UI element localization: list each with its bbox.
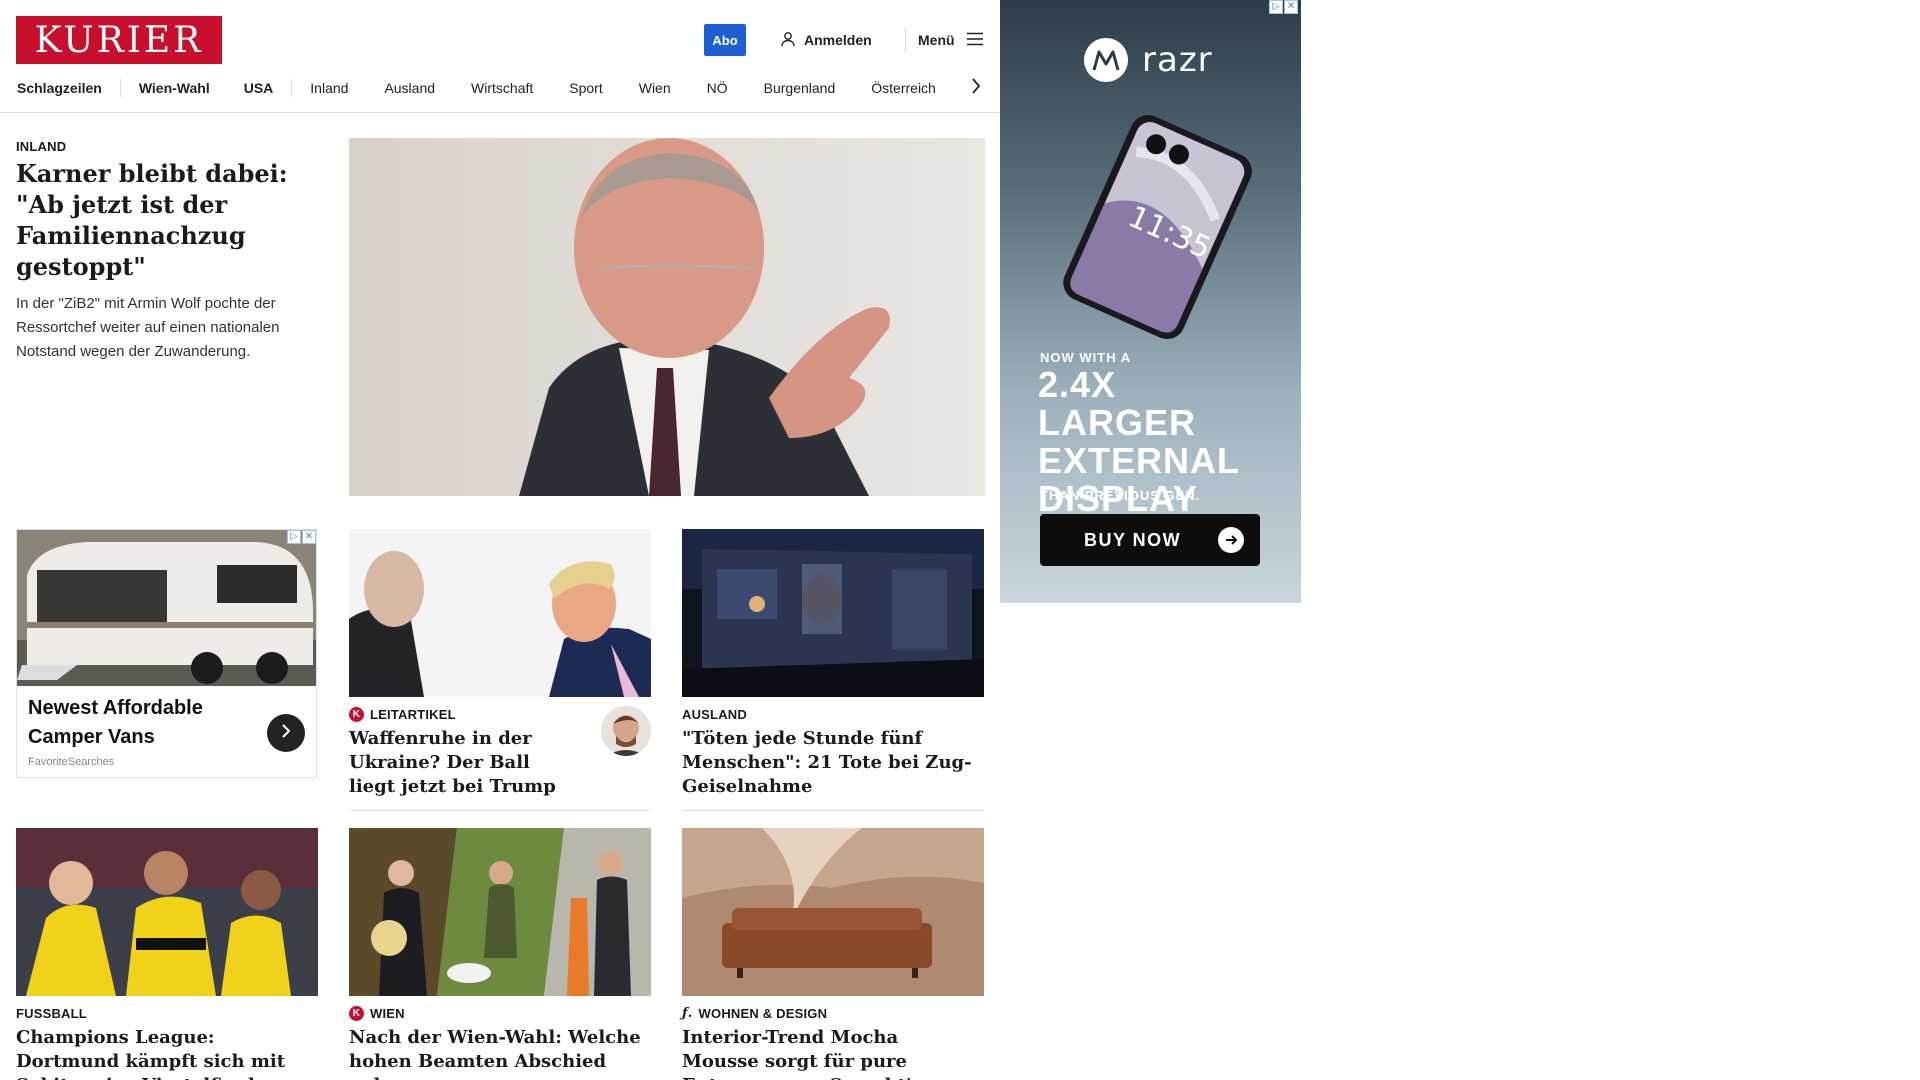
menu-button[interactable]: Menü bbox=[918, 24, 983, 56]
camper-van-ad-image[interactable] bbox=[17, 530, 316, 686]
card-headline[interactable]: "Töten jede Stunde fünf Menschen": 21 To… bbox=[682, 727, 972, 799]
ad-line-1: NOW WITH A bbox=[1040, 350, 1132, 365]
buy-now-label: BUY NOW bbox=[1084, 529, 1182, 550]
ad-next-button[interactable] bbox=[267, 714, 305, 752]
train-hostage-image[interactable] bbox=[682, 529, 984, 697]
nav-item-wien[interactable]: Wien bbox=[621, 80, 689, 96]
hamburger-icon bbox=[966, 32, 983, 49]
lead-teaser: In der "ZiB2" mit Armin Wolf pochte der … bbox=[16, 295, 280, 360]
wien-officials-collage-image[interactable] bbox=[349, 828, 651, 996]
kurier-k-icon: K bbox=[349, 1006, 364, 1021]
arrow-right-icon bbox=[1218, 527, 1244, 553]
razr-phone-image: 11:35 bbox=[1048, 105, 1258, 350]
razr-wordmark: razr bbox=[1142, 40, 1213, 80]
ad-choices[interactable]: ▷ ✕ bbox=[1269, 0, 1298, 14]
card-kicker[interactable]: ƒ. WOHNEN & DESIGN bbox=[682, 1006, 827, 1021]
card-kicker[interactable]: K LEITARTIKEL bbox=[349, 707, 456, 722]
nav-item-sport[interactable]: Sport bbox=[551, 80, 620, 96]
card-kicker-text: LEITARTIKEL bbox=[370, 707, 456, 722]
kurier-k-icon: K bbox=[349, 707, 364, 722]
ad-choices[interactable]: ▷ ✕ bbox=[287, 530, 316, 544]
razr-brand: razr bbox=[1084, 38, 1213, 82]
card-kicker-text: AUSLAND bbox=[682, 707, 747, 722]
lead-image[interactable] bbox=[349, 138, 985, 496]
user-icon bbox=[780, 31, 796, 50]
chevron-right-icon bbox=[971, 77, 981, 100]
logo-text: KURIER bbox=[34, 19, 204, 61]
menu-label: Menü bbox=[918, 32, 955, 48]
abo-button[interactable]: Abo bbox=[704, 24, 746, 56]
close-icon[interactable]: ✕ bbox=[1284, 0, 1298, 14]
card-divider bbox=[682, 810, 984, 811]
login-label: Anmelden bbox=[804, 32, 872, 48]
kurier-logo[interactable]: KURIER bbox=[16, 16, 222, 64]
adchoices-icon[interactable]: ▷ bbox=[1269, 0, 1283, 14]
lead-kicker-text: INLAND bbox=[16, 139, 67, 154]
card-kicker-text: WOHNEN & DESIGN bbox=[698, 1006, 828, 1021]
card-headline[interactable]: Nach der Wien-Wahl: Welche hohen Beamten… bbox=[349, 1026, 649, 1080]
nav-item-wien-wahl[interactable]: Wien-Wahl bbox=[121, 80, 228, 96]
card-kicker[interactable]: K WIEN bbox=[349, 1006, 405, 1021]
ad-source: FavoriteSearches bbox=[28, 756, 115, 768]
adchoices-icon[interactable]: ▷ bbox=[287, 530, 301, 544]
nav-item-schlagzeilen[interactable]: Schlagzeilen bbox=[16, 80, 120, 96]
nav-item-oesterreich[interactable]: Österreich bbox=[853, 80, 954, 96]
card-divider bbox=[349, 810, 651, 811]
card-headline[interactable]: Champions League: Dortmund kämpft sich m… bbox=[16, 1026, 306, 1080]
ad-title[interactable]: Newest Affordable Camper Vans bbox=[28, 694, 248, 752]
nav-item-ausland[interactable]: Ausland bbox=[366, 80, 453, 96]
nav-scroll-right-button[interactable] bbox=[966, 76, 986, 100]
sponsored-ad-card[interactable]: ▷ ✕ Newest Affordable Camper Vans Favori… bbox=[16, 529, 317, 778]
category-nav: Schlagzeilen Wien-Wahl USA Inland Auslan… bbox=[16, 74, 996, 102]
chevron-right-icon bbox=[281, 723, 291, 744]
motorola-logo-icon bbox=[1084, 38, 1128, 82]
quill-icon: ƒ. bbox=[682, 1006, 693, 1021]
nav-divider bbox=[0, 112, 1000, 113]
author-avatar[interactable] bbox=[601, 706, 651, 756]
nav-item-burgenland[interactable]: Burgenland bbox=[746, 80, 854, 96]
motorola-razr-ad[interactable]: ▷ ✕ razr 11:35 NOW WITH A 2.4X LARGER EX… bbox=[1000, 0, 1301, 603]
lead-kicker[interactable]: INLAND bbox=[16, 139, 66, 154]
login-button[interactable]: Anmelden bbox=[780, 24, 872, 56]
card-kicker-text: WIEN bbox=[370, 1006, 405, 1021]
card-headline[interactable]: Interior-Trend Mocha Mousse sorgt für pu… bbox=[682, 1026, 972, 1080]
buy-now-button[interactable]: BUY NOW bbox=[1040, 514, 1260, 566]
mocha-sofa-image[interactable] bbox=[682, 828, 984, 996]
nav-item-usa[interactable]: USA bbox=[228, 80, 292, 96]
dortmund-football-image[interactable] bbox=[16, 828, 318, 996]
putin-trump-image[interactable] bbox=[349, 529, 651, 697]
lead-headline[interactable]: Karner bleibt dabei: "Ab jetzt ist der F… bbox=[16, 158, 306, 282]
card-headline[interactable]: Waffenruhe in der Ukraine? Der Ball lieg… bbox=[349, 727, 564, 799]
nav-item-inland[interactable]: Inland bbox=[292, 80, 366, 96]
news-site: KURIER Abo Anmelden Menü Schlagzeilen Wi… bbox=[0, 0, 1000, 1080]
nav-item-wirtschaft[interactable]: Wirtschaft bbox=[453, 80, 551, 96]
ad-line-2: THAN PREVIOUS GEN. bbox=[1040, 488, 1201, 503]
card-kicker[interactable]: AUSLAND bbox=[682, 707, 747, 722]
nav-item-noe[interactable]: NÖ bbox=[689, 80, 746, 96]
header-divider bbox=[905, 28, 906, 52]
card-kicker-text: FUSSBALL bbox=[16, 1006, 87, 1021]
close-icon[interactable]: ✕ bbox=[302, 530, 316, 544]
card-kicker[interactable]: FUSSBALL bbox=[16, 1006, 87, 1021]
